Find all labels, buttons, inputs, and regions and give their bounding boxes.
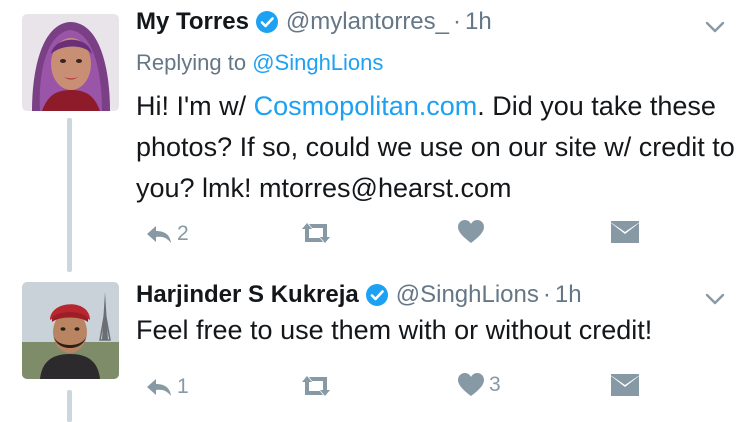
tweet-text-start: Hi! I'm w/ [136,91,254,121]
separator-dot: · [542,281,551,308]
timestamp[interactable]: 1h [465,8,492,36]
tweet-header: Harjinder S Kukreja @SinghLions · 1h [136,281,582,309]
avatar-photo [22,282,119,379]
replying-to-line: Replying to @SinghLions [136,50,383,76]
retweet-button[interactable] [298,374,338,398]
reply-button[interactable]: 1 [145,375,189,399]
avatar[interactable] [22,282,119,379]
tweet-header: My Torres @mylantorres_ · 1h [136,8,492,36]
like-button[interactable] [457,219,489,245]
display-name[interactable]: Harjinder S Kukreja [136,281,359,309]
handle[interactable]: @mylantorres_ [286,8,449,36]
reply-icon [147,379,171,396]
reply-icon [147,226,171,243]
direct-message-icon [611,221,639,243]
replying-to-label: Replying to [136,50,247,75]
thread-line [67,118,72,272]
tweet-link[interactable]: Cosmopolitan.com [254,91,478,121]
heart-icon [458,373,484,396]
direct-message-button[interactable] [610,221,640,245]
retweet-icon [302,376,330,396]
verified-icon [365,283,389,307]
display-name[interactable]: My Torres [136,8,249,36]
reply-count: 1 [177,375,189,398]
like-count: 3 [489,373,501,396]
tweet-text: Feel free to use them with or without cr… [136,315,653,345]
like-button[interactable]: 3 [457,372,501,398]
caret-down-icon[interactable] [705,20,725,34]
handle[interactable]: @SinghLions [396,281,539,309]
reply-button[interactable]: 2 [145,222,189,246]
replying-to-mention[interactable]: @SinghLions [252,50,383,75]
avatar[interactable] [22,14,119,111]
caret-down-icon[interactable] [705,292,725,306]
tweet-thread: My Torres @mylantorres_ · 1h Replying to… [0,0,745,422]
separator-dot: · [453,8,461,35]
retweet-button[interactable] [298,221,338,245]
avatar-photo [22,14,119,111]
tweet-text: Hi! I'm w/ Cosmopolitan.com. Did you tak… [136,86,736,209]
direct-message-button[interactable] [610,374,640,398]
direct-message-icon [611,374,639,396]
retweet-icon [302,223,330,243]
heart-icon [458,220,484,243]
timestamp[interactable]: 1h [555,281,582,309]
verified-icon [255,10,279,34]
reply-count: 2 [177,222,189,245]
thread-line [67,390,72,422]
